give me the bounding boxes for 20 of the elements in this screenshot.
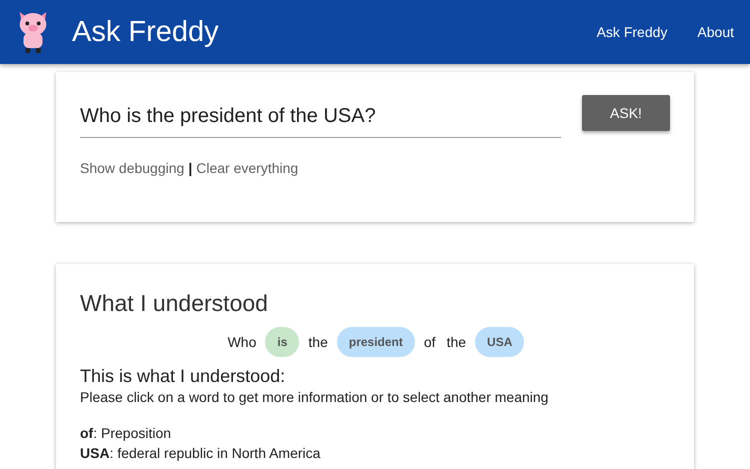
- question-field[interactable]: Who is the president of the USA?: [80, 95, 561, 138]
- ask-button[interactable]: ASK!: [582, 95, 670, 131]
- text-link[interactable]: Clear everything: [196, 160, 298, 176]
- nav-link[interactable]: Ask Freddy: [596, 24, 668, 40]
- section-title: What I understood: [80, 290, 269, 317]
- word: of: [422, 334, 437, 350]
- word-chip[interactable]: USA: [475, 327, 524, 357]
- subtitle: This is what I understood:: [80, 366, 286, 387]
- text-link[interactable]: Show debugging: [80, 160, 184, 176]
- word-chip[interactable]: is: [265, 327, 300, 357]
- definition-text: of: Preposition: [80, 424, 172, 443]
- app-title: Ask Freddy: [72, 16, 220, 48]
- word: the: [307, 334, 329, 350]
- hint-text: Please click on a word to get more information or to select another meaning: [80, 389, 550, 405]
- word: the: [446, 334, 468, 350]
- nav-link[interactable]: About: [697, 24, 734, 40]
- separator: |: [188, 160, 192, 176]
- word-chip[interactable]: president: [336, 327, 415, 357]
- word: Who: [226, 334, 258, 350]
- definition-text: USA: federal republic in North America: [80, 444, 322, 463]
